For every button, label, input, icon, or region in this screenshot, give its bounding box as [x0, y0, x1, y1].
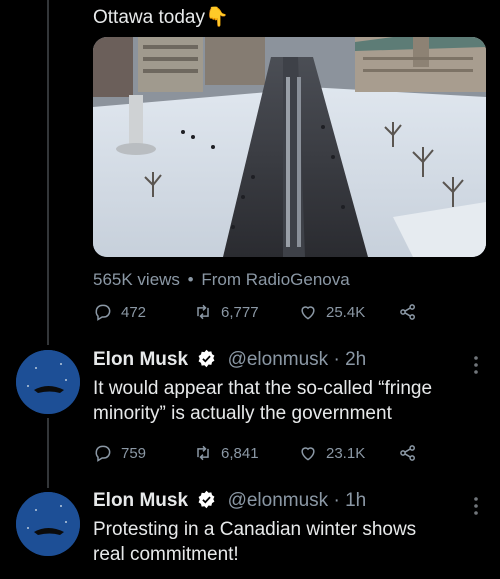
reply-text-line: It would appear that the so-called “frin…: [93, 378, 433, 399]
verified-icon: [198, 490, 215, 509]
reply-button[interactable]: 759: [93, 443, 146, 463]
pointing-down-emoji: 👇: [204, 7, 229, 28]
retweet-icon: [197, 304, 209, 320]
media-views-line: 565K views • From RadioGenova: [93, 270, 350, 290]
separator-dot: •: [187, 270, 194, 289]
verified-icon: [198, 349, 215, 368]
retweet-count: 6,777: [221, 303, 259, 321]
reply-button[interactable]: 472: [93, 302, 146, 322]
thread-line-middle: [47, 418, 49, 488]
tweet-text-body: Ottawa today: [93, 7, 205, 28]
reply-text-line: Protesting in a Canadian winter shows: [93, 519, 417, 540]
media-views: 565K views: [93, 270, 180, 289]
retweet-button[interactable]: 6,841: [193, 443, 259, 463]
reply-count: 472: [121, 303, 147, 321]
like-button[interactable]: 23.1K: [298, 443, 365, 463]
avatar[interactable]: [16, 492, 80, 556]
tweet-time[interactable]: · 2h: [333, 349, 366, 370]
tweet-text: Ottawa today👇: [93, 5, 229, 30]
like-button[interactable]: 25.4K: [298, 302, 365, 322]
reply-text-line: real commitment!: [93, 544, 239, 565]
share-icon: [400, 445, 415, 461]
aerial-city-image: [93, 37, 486, 257]
like-count: 23.1K: [326, 444, 366, 462]
tweet-time[interactable]: · 1h: [333, 490, 366, 511]
reply-icon: [95, 445, 111, 462]
reply-icon: [95, 304, 111, 321]
like-icon: [301, 447, 315, 461]
share-icon: [400, 304, 415, 320]
avatar-image: [16, 492, 80, 556]
media-source[interactable]: From RadioGenova: [201, 270, 349, 289]
tweet-actions: 759 6,841 23.1K: [93, 443, 433, 467]
tweet-actions: 472 6,777 25.4K: [93, 302, 433, 326]
more-options-button[interactable]: [474, 356, 478, 374]
reply-count: 759: [121, 444, 147, 462]
author-handle[interactable]: @elonmusk: [228, 349, 329, 370]
share-button[interactable]: [398, 443, 418, 463]
video-thumbnail[interactable]: [93, 37, 486, 257]
share-button[interactable]: [398, 302, 418, 322]
like-count: 25.4K: [326, 303, 366, 321]
reply-text: Protesting in a Canadian winter shows re…: [93, 517, 416, 567]
thread-line-top: [47, 0, 49, 345]
author-name[interactable]: Elon Musk: [93, 490, 188, 511]
more-options-button[interactable]: [474, 497, 478, 515]
like-icon: [301, 306, 315, 320]
more-icon: [474, 497, 478, 515]
author-handle[interactable]: @elonmusk: [228, 490, 329, 511]
retweet-button[interactable]: 6,777: [193, 302, 259, 322]
reply-text: It would appear that the so-called “frin…: [93, 376, 432, 426]
author-name[interactable]: Elon Musk: [93, 349, 188, 370]
reply-text-line: minority” is actually the government: [93, 403, 392, 424]
avatar-image: [16, 350, 80, 414]
avatar[interactable]: [16, 350, 80, 414]
tweet-header: Elon Musk @elonmusk · 2h: [93, 348, 366, 372]
tweet-header: Elon Musk @elonmusk · 1h: [93, 489, 366, 513]
more-icon: [474, 356, 478, 374]
retweet-icon: [197, 445, 209, 461]
retweet-count: 6,841: [221, 444, 259, 462]
